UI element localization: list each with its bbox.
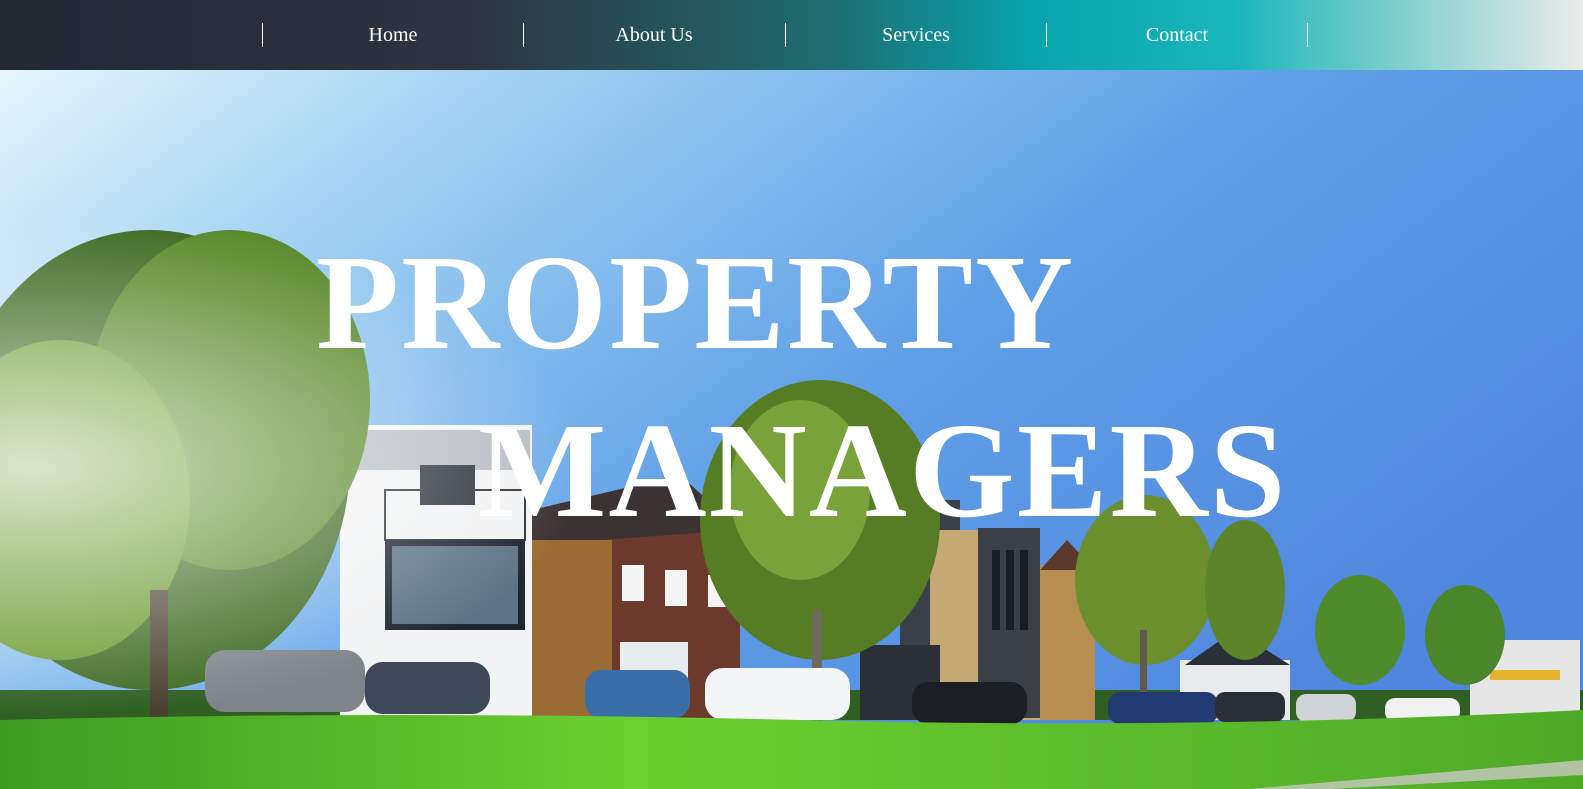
nav-item-home[interactable]: Home [262, 0, 524, 70]
top-nav-bar: Home About Us Services Contact [0, 0, 1583, 70]
hero-section: PROPERTY MANAGERS [0, 70, 1583, 789]
hero-headline-line2: MANAGERS [478, 396, 1288, 546]
nav-divider [1307, 23, 1308, 47]
hero-headline-line1: PROPERTY [316, 228, 1076, 378]
nav-item-services[interactable]: Services [785, 0, 1047, 70]
nav-item-contact[interactable]: Contact [1046, 0, 1308, 70]
nav-item-about-us[interactable]: About Us [523, 0, 785, 70]
